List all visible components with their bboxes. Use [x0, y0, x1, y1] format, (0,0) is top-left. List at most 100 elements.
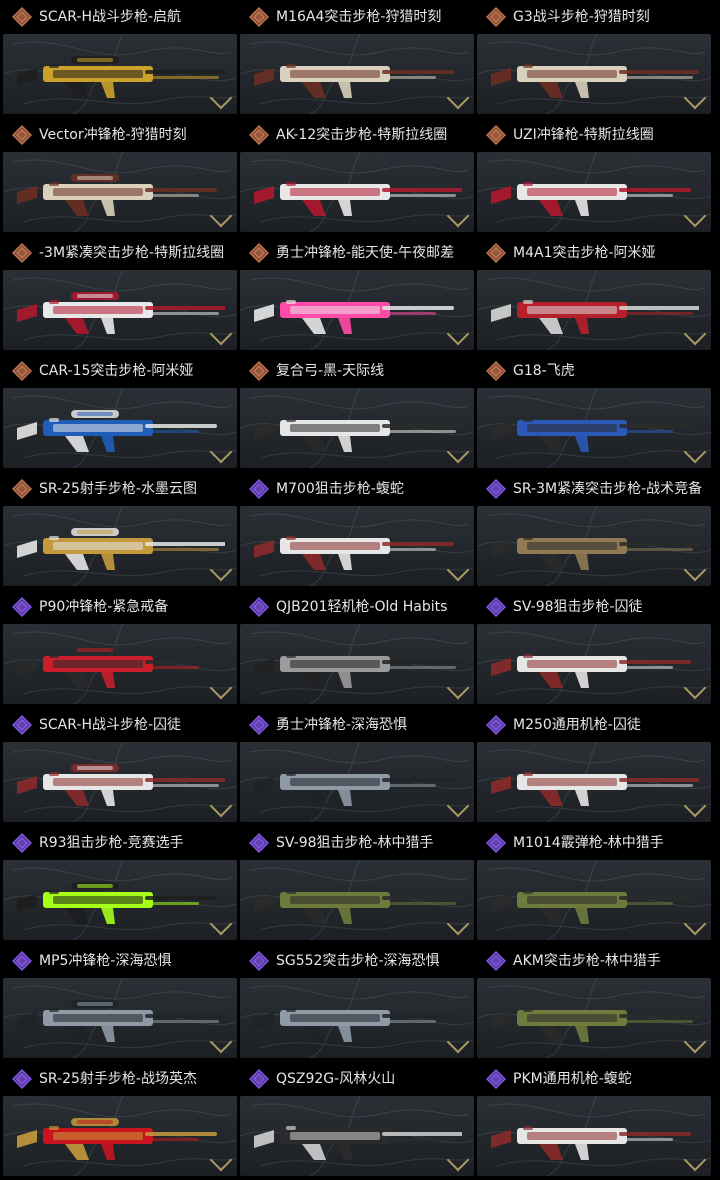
diamond-badge-icon: [485, 832, 507, 854]
weapon-image: [489, 518, 699, 574]
diamond-badge-icon: [248, 124, 270, 146]
weapon-image: [489, 400, 699, 456]
diamond-badge-icon: [248, 6, 270, 28]
weapon-preview[interactable]: [3, 34, 237, 114]
weapon-preview[interactable]: [477, 1096, 711, 1176]
skin-title: Vector冲锋枪-狩猎时刻: [39, 127, 187, 143]
skin-card[interactable]: M16A4突击步枪-狩猎时刻: [240, 0, 474, 114]
skin-card-header: G3战斗步枪-狩猎时刻: [477, 0, 711, 34]
skin-card-header: QSZ92G-风林火山: [240, 1062, 474, 1096]
skin-card[interactable]: P90冲锋枪-紧急戒备: [3, 590, 237, 704]
skin-card[interactable]: M1014霰弹枪-林中猎手: [477, 826, 711, 940]
skin-card[interactable]: SG552突击步枪-深海恐惧: [240, 944, 474, 1058]
skin-card[interactable]: M250通用机枪-囚徒: [477, 708, 711, 822]
skin-title: PKM通用机枪-蝮蛇: [513, 1071, 632, 1087]
weapon-preview[interactable]: [240, 506, 474, 586]
weapon-preview[interactable]: [477, 978, 711, 1058]
skin-title: -3M紧凑突击步枪-特斯拉线圈: [39, 245, 225, 261]
skin-card[interactable]: 复合弓-黑-天际线: [240, 354, 474, 468]
skin-card[interactable]: PKM通用机枪-蝮蛇: [477, 1062, 711, 1176]
weapon-preview[interactable]: [240, 978, 474, 1058]
skin-card-header: SG552突击步枪-深海恐惧: [240, 944, 474, 978]
skin-card[interactable]: G3战斗步枪-狩猎时刻: [477, 0, 711, 114]
weapon-preview[interactable]: [3, 506, 237, 586]
skin-title: SR-25射手步枪-水墨云图: [39, 481, 197, 497]
skin-card-header: 勇士冲锋枪-能天使-午夜邮差: [240, 236, 474, 270]
weapon-preview[interactable]: [477, 860, 711, 940]
weapon-preview[interactable]: [477, 388, 711, 468]
skin-card-header: M4A1突击步枪-阿米娅: [477, 236, 711, 270]
skin-card-header: P90冲锋枪-紧急戒备: [3, 590, 237, 624]
skin-title: P90冲锋枪-紧急戒备: [39, 599, 169, 615]
skin-card-header: SCAR-H战斗步枪-囚徒: [3, 708, 237, 742]
skin-card[interactable]: SV-98狙击步枪-囚徒: [477, 590, 711, 704]
skin-card-header: Vector冲锋枪-狩猎时刻: [3, 118, 237, 152]
weapon-preview[interactable]: [477, 34, 711, 114]
weapon-preview[interactable]: [240, 1096, 474, 1176]
skin-card[interactable]: SCAR-H战斗步枪-启航: [3, 0, 237, 114]
diamond-badge-icon: [485, 360, 507, 382]
diamond-badge-icon: [11, 950, 33, 972]
weapon-preview[interactable]: [240, 152, 474, 232]
skin-card[interactable]: SR-3M紧凑突击步枪-战术竞备: [477, 472, 711, 586]
skin-card[interactable]: Vector冲锋枪-狩猎时刻: [3, 118, 237, 232]
skin-title: SCAR-H战斗步枪-囚徒: [39, 717, 182, 733]
weapon-preview[interactable]: [3, 152, 237, 232]
weapon-preview[interactable]: [3, 1096, 237, 1176]
skin-grid: SCAR-H战斗步枪-启航 M16A4突击步枪-狩猎时刻 G3战斗步枪-狩猎时刻…: [0, 0, 720, 1180]
weapon-preview[interactable]: [477, 506, 711, 586]
weapon-preview[interactable]: [477, 152, 711, 232]
skin-title: 勇士冲锋枪-深海恐惧: [276, 717, 408, 733]
skin-title: SG552突击步枪-深海恐惧: [276, 953, 440, 969]
skin-card-header: CAR-15突击步枪-阿米娅: [3, 354, 237, 388]
skin-card[interactable]: SCAR-H战斗步枪-囚徒: [3, 708, 237, 822]
diamond-badge-icon: [485, 714, 507, 736]
weapon-preview[interactable]: [3, 624, 237, 704]
weapon-preview[interactable]: [240, 742, 474, 822]
skin-card[interactable]: M700狙击步枪-蝮蛇: [240, 472, 474, 586]
skin-card-header: MP5冲锋枪-深海恐惧: [3, 944, 237, 978]
weapon-preview[interactable]: [3, 742, 237, 822]
skin-card-header: 勇士冲锋枪-深海恐惧: [240, 708, 474, 742]
skin-card[interactable]: M4A1突击步枪-阿米娅: [477, 236, 711, 350]
skin-card[interactable]: QSZ92G-风林火山: [240, 1062, 474, 1176]
weapon-preview[interactable]: [3, 978, 237, 1058]
skin-card[interactable]: QJB201轻机枪-Old Habits: [240, 590, 474, 704]
skin-card-header: SV-98狙击步枪-林中猎手: [240, 826, 474, 860]
skin-card-header: M250通用机枪-囚徒: [477, 708, 711, 742]
diamond-badge-icon: [485, 596, 507, 618]
weapon-preview[interactable]: [477, 270, 711, 350]
skin-card[interactable]: AKM突击步枪-林中猎手: [477, 944, 711, 1058]
skin-card[interactable]: SV-98狙击步枪-林中猎手: [240, 826, 474, 940]
skin-card[interactable]: UZI冲锋枪-特斯拉线圈: [477, 118, 711, 232]
skin-title: SCAR-H战斗步枪-启航: [39, 9, 182, 25]
weapon-preview[interactable]: [240, 270, 474, 350]
skin-title: SR-25射手步枪-战场英杰: [39, 1071, 197, 1087]
diamond-badge-icon: [248, 242, 270, 264]
skin-card[interactable]: R93狙击步枪-竞赛选手: [3, 826, 237, 940]
skin-card[interactable]: AK-12突击步枪-特斯拉线圈: [240, 118, 474, 232]
skin-card[interactable]: G18-飞虎: [477, 354, 711, 468]
weapon-preview[interactable]: [240, 34, 474, 114]
weapon-preview[interactable]: [240, 624, 474, 704]
weapon-preview[interactable]: [3, 270, 237, 350]
weapon-image: [15, 400, 225, 456]
weapon-image: [252, 636, 462, 692]
weapon-preview[interactable]: [240, 860, 474, 940]
skin-card[interactable]: SR-25射手步枪-水墨云图: [3, 472, 237, 586]
skin-card[interactable]: SR-25射手步枪-战场英杰: [3, 1062, 237, 1176]
skin-card[interactable]: 勇士冲锋枪-能天使-午夜邮差: [240, 236, 474, 350]
weapon-preview[interactable]: [3, 860, 237, 940]
weapon-image: [15, 754, 225, 810]
weapon-preview[interactable]: [477, 742, 711, 822]
skin-card[interactable]: CAR-15突击步枪-阿米娅: [3, 354, 237, 468]
weapon-preview[interactable]: [240, 388, 474, 468]
skin-card[interactable]: 勇士冲锋枪-深海恐惧: [240, 708, 474, 822]
diamond-badge-icon: [485, 242, 507, 264]
skin-card[interactable]: MP5冲锋枪-深海恐惧: [3, 944, 237, 1058]
diamond-badge-icon: [248, 832, 270, 854]
weapon-preview[interactable]: [477, 624, 711, 704]
weapon-image: [252, 1108, 462, 1164]
weapon-preview[interactable]: [3, 388, 237, 468]
skin-card[interactable]: -3M紧凑突击步枪-特斯拉线圈: [3, 236, 237, 350]
